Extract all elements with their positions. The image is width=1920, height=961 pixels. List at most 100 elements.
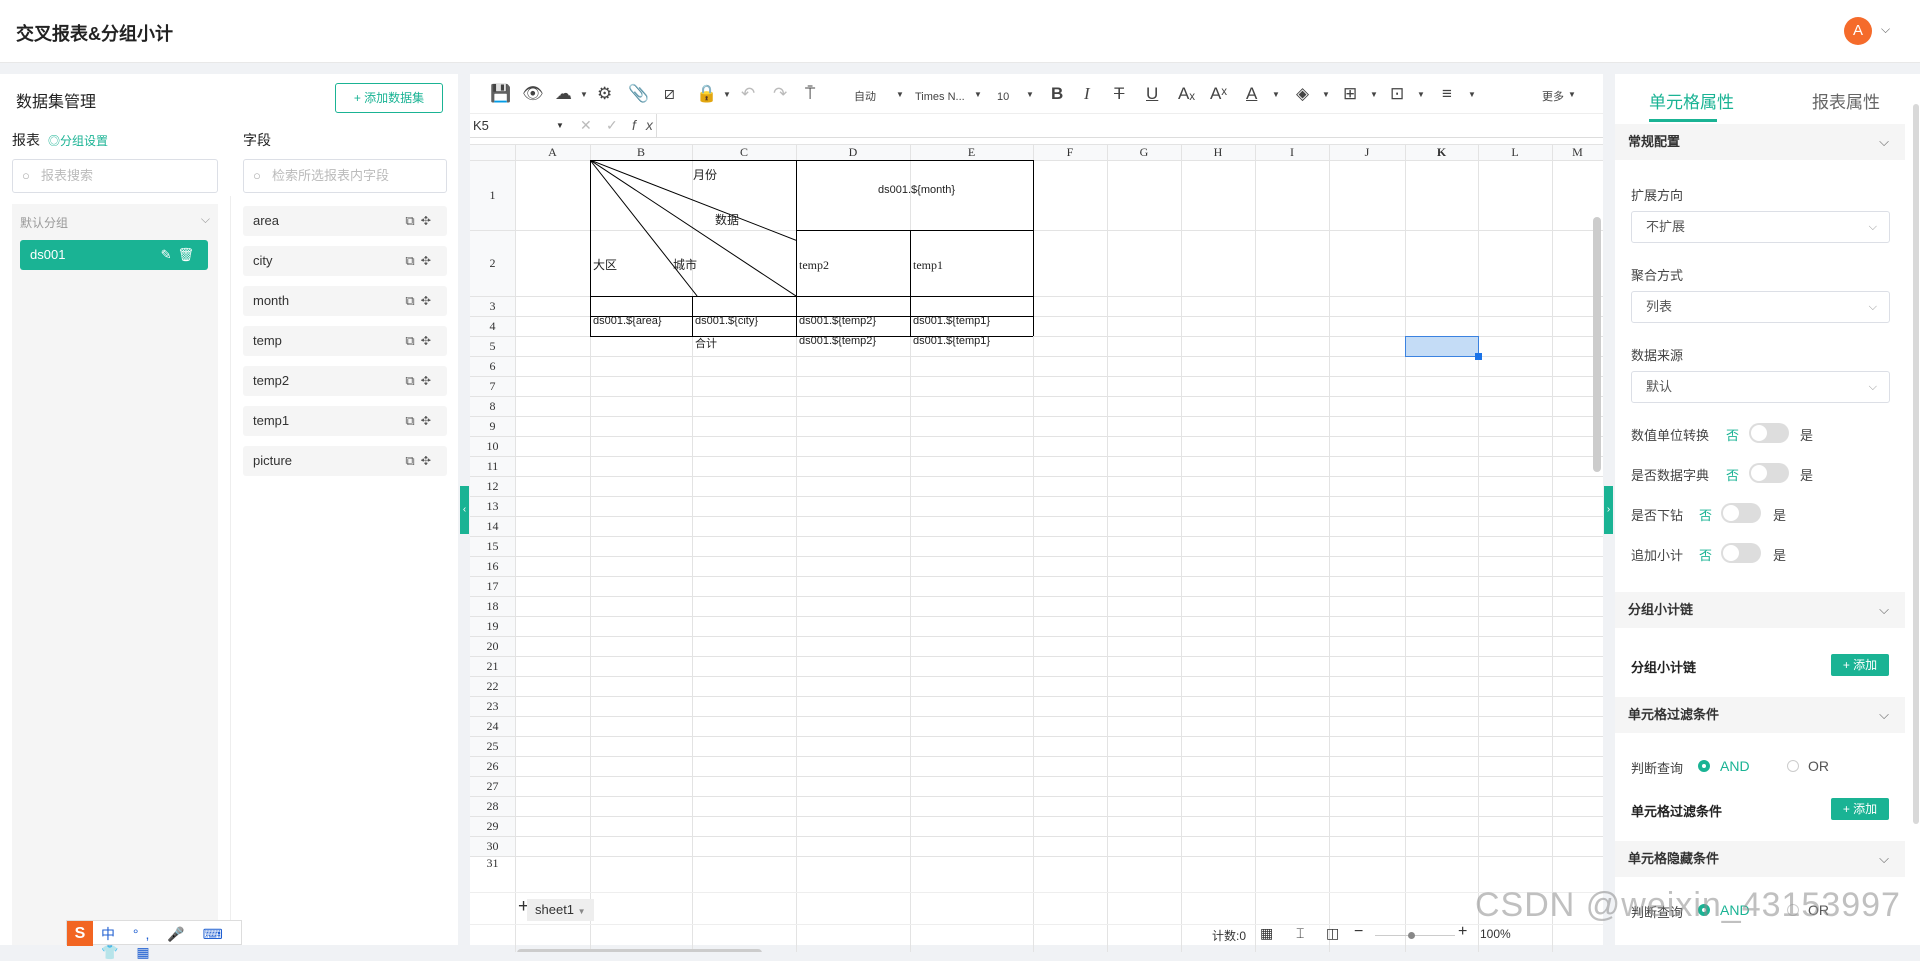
drag-move-icon[interactable]: ✥ — [421, 333, 437, 348]
column-header[interactable]: E — [910, 144, 1033, 160]
copy-icon[interactable]: ⧉ — [405, 213, 420, 228]
row-header[interactable]: 12 — [470, 476, 515, 496]
drag-move-icon[interactable]: ✥ — [421, 453, 437, 468]
strikethrough-icon[interactable]: T — [1114, 84, 1124, 104]
or-radio[interactable] — [1787, 760, 1799, 772]
group-settings-link[interactable]: ◎分组设置 — [48, 132, 108, 149]
copy-icon[interactable]: ⧉ — [405, 293, 420, 308]
row-header[interactable]: 23 — [470, 696, 515, 716]
row-header[interactable]: 10 — [470, 436, 515, 456]
expand-direction-select[interactable]: 不扩展 ⌵ — [1631, 211, 1890, 243]
row-header[interactable]: 29 — [470, 816, 515, 836]
cell-text[interactable]: 数据 — [715, 211, 739, 228]
cell-text[interactable]: temp2 — [799, 258, 829, 273]
font-size-select[interactable]: 10 — [997, 87, 1009, 107]
borders-icon[interactable]: ⊞ — [1343, 84, 1357, 104]
column-header[interactable]: H — [1181, 144, 1255, 160]
drag-move-icon[interactable]: ✥ — [421, 253, 437, 268]
spreadsheet-grid[interactable]: A B C D E F G H I J K L M 1 2 3 4 5 6 7 8 9 10 11 12 13 14 15 16 17 18… — [470, 144, 1603, 952]
fill-handle[interactable] — [1475, 353, 1482, 360]
cell-text[interactable]: ds001.${month} — [878, 184, 955, 196]
zoom-in-icon[interactable]: + — [1458, 923, 1467, 941]
cell-text[interactable]: 月份 — [693, 166, 717, 183]
add-group-chain-button[interactable]: + 添加 — [1831, 654, 1889, 676]
chevron-down-icon[interactable]: ⌵ — [1881, 22, 1890, 37]
font-select[interactable]: Times N... — [915, 87, 965, 107]
row-header[interactable]: 1 — [470, 160, 515, 230]
data-source-select[interactable]: 默认 ⌵ — [1631, 371, 1890, 403]
drag-move-icon[interactable]: ✥ — [421, 413, 437, 428]
dataset-item[interactable]: ds001 ✎🗑 — [20, 240, 208, 270]
unit-conversion-toggle[interactable] — [1749, 423, 1789, 443]
more-button[interactable]: 更多 — [1542, 87, 1564, 107]
subtotal-toggle[interactable] — [1721, 543, 1761, 563]
field-item[interactable]: picture ⧉✥ — [243, 446, 447, 476]
drag-move-icon[interactable]: ✥ — [421, 293, 437, 308]
cell-text[interactable]: ds001.${temp2} — [799, 315, 876, 327]
scrollbar[interactable] — [1913, 104, 1919, 824]
cell-reference-caret[interactable]: ▼ — [556, 121, 564, 130]
row-header[interactable]: 9 — [470, 416, 515, 436]
font-color-caret[interactable]: ▼ — [1272, 85, 1280, 105]
report-search-input[interactable]: ○ 报表搜索 — [12, 159, 218, 193]
row-header[interactable]: 27 — [470, 776, 515, 796]
merge-cells-icon[interactable]: ⊡ — [1390, 84, 1404, 104]
ime-items[interactable]: 中 °, 🎤 ⌨ 👕 ▦ — [101, 924, 241, 961]
drill-down-toggle[interactable] — [1721, 503, 1761, 523]
page-break-icon[interactable]: ⌶ — [1296, 925, 1304, 942]
aggregation-select[interactable]: 列表 ⌵ — [1631, 291, 1890, 323]
drag-move-icon[interactable]: ✥ — [421, 373, 437, 388]
copy-icon[interactable]: ⧉ — [405, 253, 420, 268]
cell-reference[interactable]: K5 — [473, 118, 489, 133]
cell-text[interactable]: 城市 — [673, 256, 697, 273]
row-header[interactable]: 31 — [470, 856, 515, 871]
sheet-tab[interactable]: sheet1 ▼ — [527, 899, 594, 921]
avatar[interactable]: A — [1844, 17, 1872, 45]
subscript-icon[interactable]: Aₓ — [1178, 84, 1195, 104]
row-header[interactable]: 28 — [470, 796, 515, 816]
auto-format-select[interactable]: 自动 — [854, 87, 876, 107]
row-header[interactable]: 20 — [470, 636, 515, 656]
row-header[interactable]: 26 — [470, 756, 515, 776]
cancel-icon[interactable]: ✕ — [580, 117, 602, 134]
chevron-down-icon[interactable]: ▼ — [578, 907, 586, 916]
cell-text[interactable]: ds001.${temp2} — [799, 335, 876, 347]
underline-icon[interactable]: U — [1146, 84, 1158, 104]
undo-icon[interactable]: ↶ — [741, 84, 755, 104]
field-item[interactable]: area ⧉✥ — [243, 206, 447, 236]
column-header[interactable]: L — [1478, 144, 1552, 160]
row-header[interactable]: 13 — [470, 496, 515, 516]
field-item[interactable]: month ⧉✥ — [243, 286, 447, 316]
row-header[interactable]: 7 — [470, 376, 515, 396]
cell-text[interactable]: 大区 — [593, 256, 617, 273]
cell-text[interactable]: ds001.${city} — [695, 315, 758, 327]
add-dataset-button[interactable]: + 添加数据集 — [335, 83, 443, 113]
field-item[interactable]: city ⧉✥ — [243, 246, 447, 276]
redo-icon[interactable]: ↷ — [773, 84, 787, 104]
column-header[interactable]: K — [1405, 144, 1478, 160]
column-header[interactable]: G — [1107, 144, 1181, 160]
copy-icon[interactable]: ⧉ — [405, 373, 420, 388]
font-caret[interactable]: ▼ — [974, 85, 982, 105]
zoom-out-icon[interactable]: − — [1354, 923, 1363, 941]
align-icon[interactable]: ≡ — [1442, 84, 1452, 104]
row-header[interactable]: 4 — [470, 316, 515, 336]
column-header[interactable]: I — [1255, 144, 1329, 160]
column-header[interactable]: F — [1033, 144, 1107, 160]
preview-icon[interactable]: 👁 — [522, 84, 544, 104]
zoom-handle[interactable] — [1408, 932, 1415, 939]
add-filter-button[interactable]: + 添加 — [1831, 798, 1889, 820]
collapse-left-handle[interactable]: ‹ — [460, 486, 469, 534]
save-icon[interactable]: 💾 — [490, 84, 511, 104]
vertical-scrollbar[interactable] — [1593, 217, 1601, 472]
section-group-chain[interactable]: 分组小计链 ⌵ — [1615, 592, 1905, 628]
section-filter[interactable]: 单元格过滤条件 ⌵ — [1615, 697, 1905, 733]
italic-icon[interactable]: I — [1084, 84, 1090, 104]
copy-icon[interactable]: ⧉ — [405, 333, 420, 348]
borders-caret[interactable]: ▼ — [1370, 85, 1378, 105]
row-header[interactable]: 21 — [470, 656, 515, 676]
row-header[interactable]: 18 — [470, 596, 515, 616]
cell-text[interactable]: ds001.${temp1} — [913, 315, 990, 327]
attach-icon[interactable]: 📎 — [628, 84, 649, 104]
bold-icon[interactable]: B — [1051, 84, 1063, 104]
